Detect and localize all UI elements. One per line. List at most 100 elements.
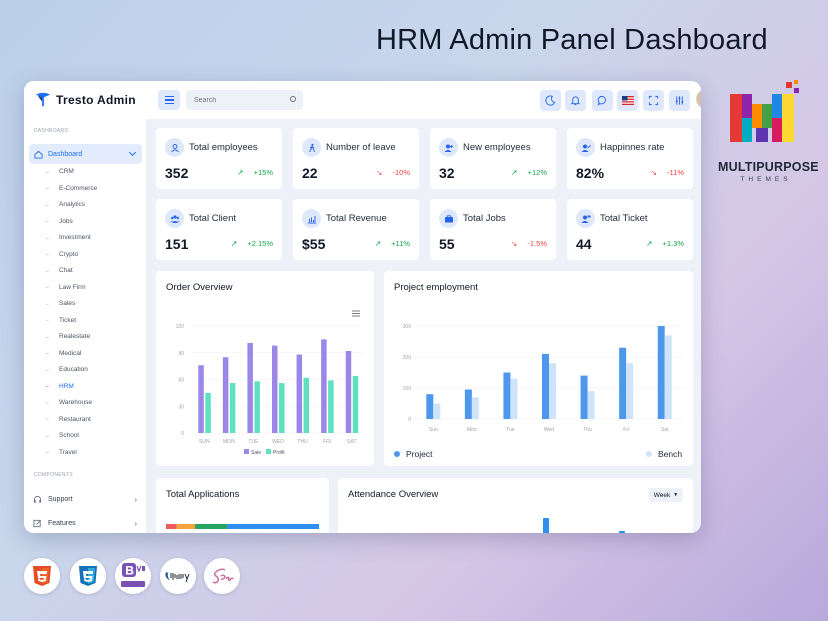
x-tick-label: Tue <box>506 427 515 433</box>
sidebar-item-crm[interactable]: → CRM <box>44 168 74 175</box>
bar-bench <box>433 403 441 419</box>
bar-bench <box>471 397 479 419</box>
sidebar-item-e-commerce[interactable]: → E-Commerce <box>44 185 97 192</box>
sidebar-item-label: Analytics <box>59 201 86 208</box>
arrow-right-icon: → <box>44 251 50 257</box>
notifications-button[interactable] <box>565 90 586 111</box>
headset-icon <box>33 495 42 503</box>
stat-change: ↘ -11% <box>651 168 684 177</box>
arrow-right-icon: → <box>44 350 50 356</box>
menu-toggle-button[interactable] <box>158 90 180 110</box>
stat-title: Number of leave <box>326 142 396 153</box>
sliders-icon <box>675 96 684 105</box>
x-tick-label: MON <box>223 439 235 445</box>
stat-title: Total Client <box>189 213 236 224</box>
sidebar-item-education[interactable]: → Education <box>44 366 88 373</box>
total-applications-card: Total Applications <box>156 478 329 533</box>
legend-swatch <box>646 451 652 457</box>
x-tick-label: Fri <box>623 427 629 433</box>
bar-profit <box>229 383 236 433</box>
stat-icon-wrap <box>576 138 595 157</box>
settings-button[interactable] <box>669 90 690 111</box>
applications-progress-bar <box>166 524 319 529</box>
chart-menu-icon[interactable] <box>352 310 360 317</box>
sidebar-item-hrm[interactable]: → HRM <box>44 383 74 390</box>
sidebar-item-sales[interactable]: → Sales <box>44 300 75 307</box>
sidebar-item-restaurant[interactable]: → Restaurant <box>44 416 91 423</box>
x-tick-label: FRI <box>323 439 331 445</box>
x-tick-label: SUN <box>199 439 210 445</box>
sidebar-item-jobs[interactable]: → Jobs <box>44 218 73 225</box>
bar-project <box>464 389 472 419</box>
trend-down-icon: ↘ <box>376 168 383 177</box>
stat-title: Total Ticket <box>600 213 648 224</box>
css3-badge <box>70 558 106 594</box>
tresto-logo-icon <box>35 92 51 107</box>
fullscreen-button[interactable] <box>643 90 664 111</box>
sidebar-item-support[interactable]: Support › <box>33 495 137 504</box>
y-tick-label: 200 <box>403 355 412 361</box>
app-logo[interactable]: Tresto Admin <box>34 91 136 109</box>
arrow-right-icon: → <box>44 317 50 323</box>
sidebar-item-chat[interactable]: → Chat <box>44 267 73 274</box>
trend-down-icon: ↘ <box>650 168 658 177</box>
arrow-right-icon: → <box>44 234 50 241</box>
sidebar-item-label: HRM <box>59 382 74 390</box>
sidebar-item-travel[interactable]: → Travel <box>44 449 77 456</box>
stat-value: 22 <box>302 165 318 181</box>
briefcase-icon <box>444 214 453 222</box>
sidebar-item-realestate[interactable]: → Realestate <box>44 333 90 340</box>
stat-icon-wrap <box>576 209 595 228</box>
x-tick-label: Sat <box>661 427 669 433</box>
sidebar-item-ticket[interactable]: → Ticket <box>44 317 76 324</box>
stat-change: ↗ +1.3% <box>646 239 684 248</box>
application-segment <box>166 524 177 529</box>
trend-up-icon: ↗ <box>374 239 382 248</box>
css3-icon <box>79 566 97 586</box>
stat-icon-wrap <box>439 209 458 228</box>
sidebar-item-dashboard[interactable]: Dashboard <box>29 144 142 164</box>
sidebar-item-label: Travel <box>59 448 77 456</box>
stat-title: Happinnes rate <box>600 142 665 153</box>
avatar-image <box>697 90 701 108</box>
sidebar-item-label: Chat <box>59 267 73 274</box>
dark-mode-button[interactable] <box>540 90 561 111</box>
sidebar-item-school[interactable]: → School <box>44 432 79 439</box>
sidebar-item-analytics[interactable]: → Analytics <box>44 201 85 208</box>
bar-project <box>542 353 549 419</box>
arrow-right-icon: → <box>44 185 50 191</box>
arrow-right-icon: → <box>44 284 50 290</box>
sidebar-item-medical[interactable]: → Medical <box>44 350 81 357</box>
sidebar-item-law-firm[interactable]: → Law Firm <box>44 284 86 291</box>
expand-icon <box>648 95 659 106</box>
stat-value: 44 <box>576 236 592 252</box>
sidebar-item-label: Investment <box>59 234 91 241</box>
bar-sale <box>296 354 303 433</box>
bar-bench <box>549 363 556 419</box>
stat-change: ↗ +15% <box>237 168 273 177</box>
brand-name: MULTIPURPOSE <box>718 160 819 174</box>
chevron-right-icon: › <box>134 495 137 504</box>
bar-sale <box>222 357 229 433</box>
stat-card: Total Jobs 55 ↘ -1.5% <box>430 199 556 260</box>
search-input[interactable] <box>186 90 303 110</box>
project-employment-chart: 0 100 200 300 Sun Mon Tue Wed Thu Fri Sat Project Be… <box>394 324 684 459</box>
sidebar-item-crypto[interactable]: → Crypto <box>44 251 78 258</box>
user-avatar[interactable] <box>696 89 701 109</box>
bootstrap-icon <box>121 563 145 587</box>
hamburger-icon <box>164 96 174 98</box>
sidebar-item-features[interactable]: Features › <box>33 519 137 528</box>
walking-person-icon <box>308 143 315 152</box>
y-tick-label: 100 <box>403 386 412 392</box>
y-tick-label: 90 <box>178 351 184 357</box>
stat-change-value: +12% <box>527 168 547 177</box>
sidebar-item-investment[interactable]: → Investment <box>44 234 91 241</box>
sidebar-item-label: Warehouse <box>59 399 92 406</box>
bar-profit <box>328 380 334 433</box>
messages-button[interactable] <box>592 90 613 111</box>
legend-label: Profit <box>273 450 285 456</box>
sidebar-item-warehouse[interactable]: → Warehouse <box>44 399 92 406</box>
language-button[interactable] <box>617 90 638 111</box>
chevron-down-icon <box>128 148 137 157</box>
legend-label: Bench <box>658 449 682 459</box>
